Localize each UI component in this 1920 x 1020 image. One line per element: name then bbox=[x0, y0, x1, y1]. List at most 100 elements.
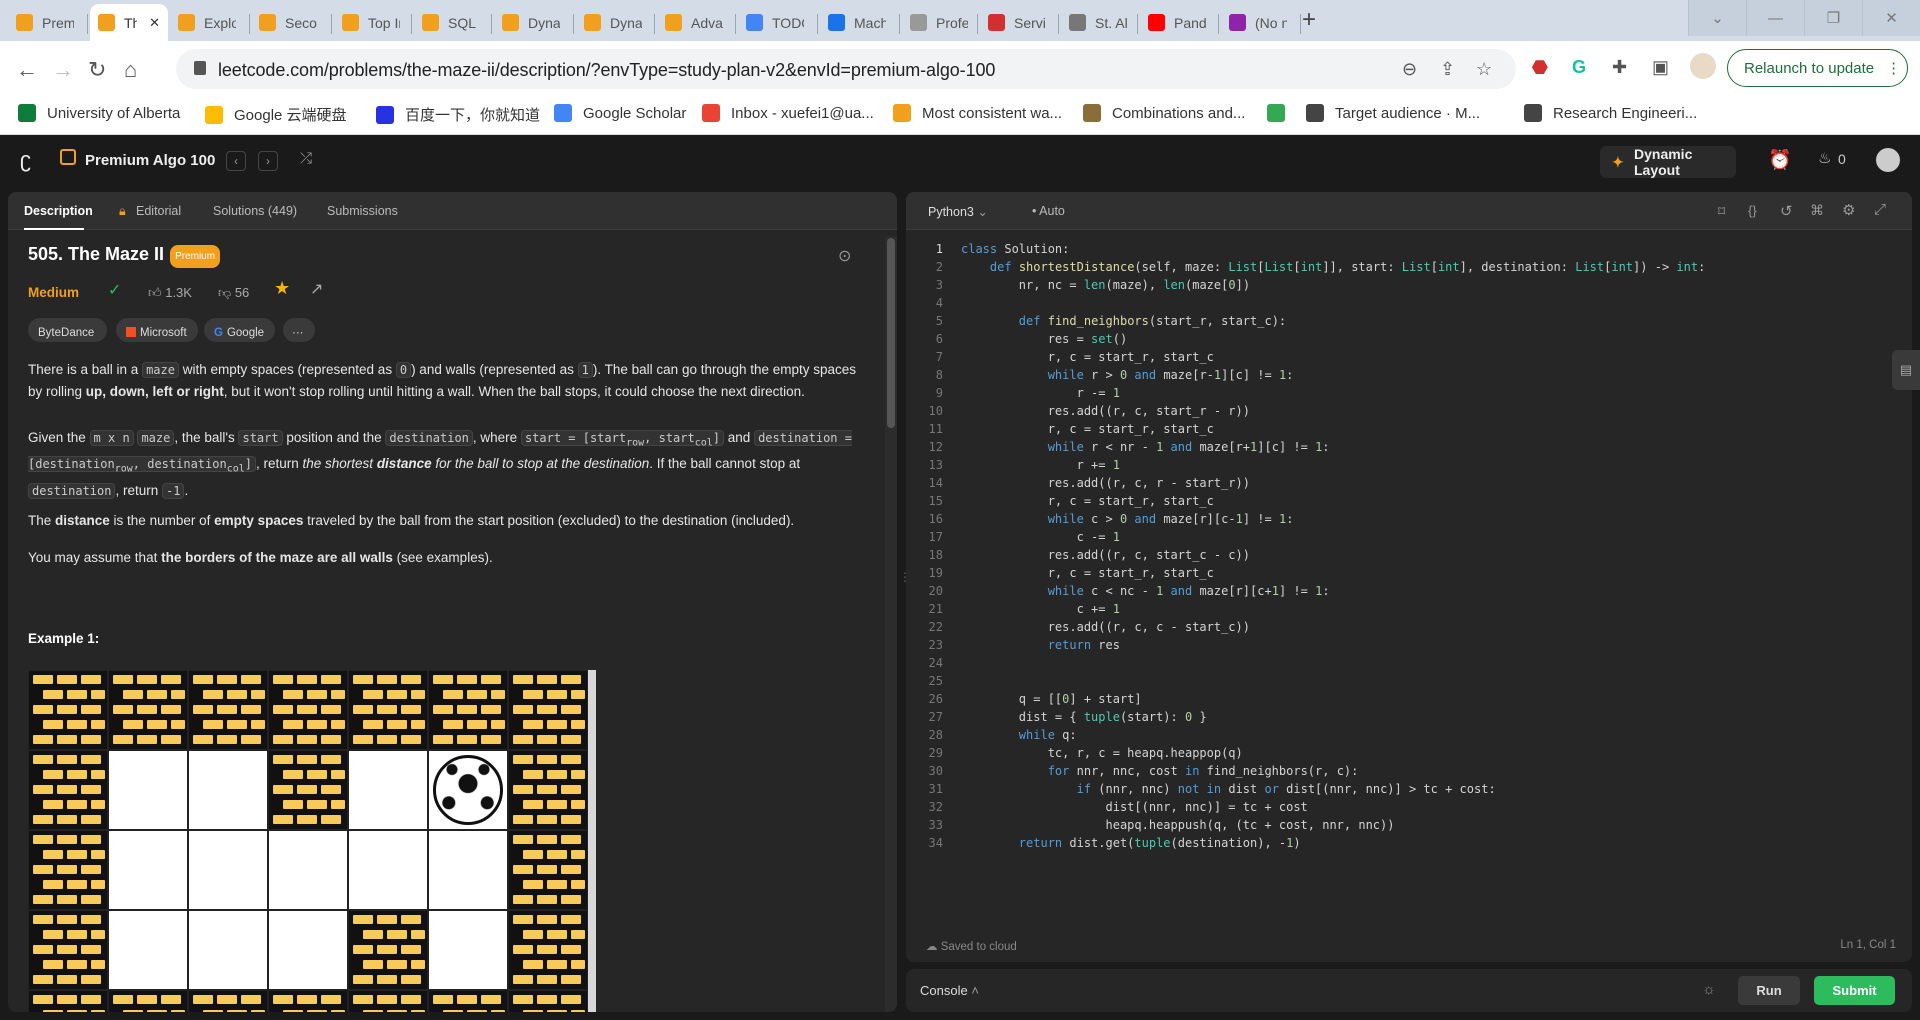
close-tab-icon[interactable]: ✕ bbox=[149, 15, 160, 31]
code-line[interactable]: while r > 0 and maze[r-1][c] != 1: bbox=[961, 366, 1294, 384]
timer-icon[interactable]: ⏰ bbox=[1768, 148, 1792, 172]
settings-gear-icon[interactable]: ⚙ bbox=[1842, 201, 1855, 219]
code-line[interactable]: res = set() bbox=[961, 330, 1128, 348]
tab-editorial[interactable]: Editorial bbox=[136, 204, 181, 218]
share-icon[interactable]: ↗ bbox=[310, 279, 323, 300]
code-line[interactable]: r, c = start_r, start_c bbox=[961, 420, 1214, 438]
code-line[interactable]: while r < nr - 1 and maze[r+1][c] != 1: bbox=[961, 438, 1330, 456]
share-icon[interactable]: ⇪ bbox=[1440, 59, 1455, 80]
debug-icon[interactable]: ☼ bbox=[1702, 981, 1716, 998]
code-line[interactable]: for nnr, nnc, cost in find_neighbors(r, … bbox=[961, 762, 1359, 780]
bookmark-item[interactable]: 百度一下，你就知道 bbox=[376, 104, 540, 125]
shuffle-icon[interactable]: ⤮ bbox=[300, 150, 312, 167]
code-line[interactable]: r -= 1 bbox=[961, 384, 1120, 402]
bookmark-item[interactable]: Most consistent wa... bbox=[893, 104, 1062, 122]
browser-tab[interactable]: Top Int bbox=[334, 4, 412, 41]
code-line[interactable]: c += 1 bbox=[961, 600, 1120, 618]
autocomplete-mode[interactable]: • Auto bbox=[1032, 204, 1065, 218]
minimize-button[interactable]: — bbox=[1746, 0, 1804, 36]
adblock-extension-icon[interactable]: ⬣ bbox=[1532, 57, 1548, 78]
fullscreen-icon[interactable]: ⤢ bbox=[1874, 201, 1886, 218]
tab-search-button[interactable]: ⌄ bbox=[1688, 0, 1746, 36]
profile-avatar[interactable] bbox=[1690, 53, 1716, 79]
maximize-button[interactable]: ❐ bbox=[1804, 0, 1862, 36]
new-tab-button[interactable]: + bbox=[1302, 6, 1316, 34]
code-line[interactable]: c -= 1 bbox=[961, 528, 1120, 546]
code-line[interactable]: return res bbox=[961, 636, 1120, 654]
company-tag-google[interactable]: G Google bbox=[204, 318, 275, 342]
browser-tab[interactable]: The ✕ bbox=[90, 4, 168, 41]
user-avatar[interactable] bbox=[1876, 148, 1900, 172]
bookmark-item[interactable]: Combinations and... bbox=[1083, 104, 1245, 122]
address-bar[interactable]: leetcode.com/problems/the-maze-ii/descri… bbox=[176, 49, 1516, 89]
browser-tab[interactable]: Machin bbox=[820, 4, 900, 41]
submit-button[interactable]: Submit bbox=[1814, 976, 1895, 1005]
browser-tab[interactable]: Premiu bbox=[8, 4, 88, 41]
code-line[interactable]: def find_neighbors(start_r, start_c): bbox=[961, 312, 1286, 330]
relaunch-button[interactable]: Relaunch to update ⋮ bbox=[1727, 49, 1908, 87]
reload-icon[interactable]: ↻ bbox=[88, 57, 106, 83]
code-line[interactable]: return dist.get(tuple(destination), -1) bbox=[961, 834, 1301, 852]
code-line[interactable]: while c > 0 and maze[r][c-1] != 1: bbox=[961, 510, 1294, 528]
forward-icon[interactable]: → bbox=[52, 57, 74, 83]
side-panel-icon[interactable]: ▣ bbox=[1652, 57, 1669, 78]
bookmark-item[interactable]: University of Alberta bbox=[18, 104, 180, 122]
grammarly-extension-icon[interactable]: G bbox=[1572, 57, 1586, 78]
code-line[interactable]: dist = { tuple(start): 0 } bbox=[961, 708, 1207, 726]
more-companies-button[interactable]: ··· bbox=[283, 318, 315, 342]
browser-tab[interactable]: Dynam bbox=[494, 4, 574, 41]
code-line[interactable]: def shortestDistance(self, maze: List[Li… bbox=[961, 258, 1705, 276]
tab-submissions[interactable]: Submissions bbox=[327, 204, 398, 218]
code-line[interactable]: res.add((r, c, start_r - r)) bbox=[961, 402, 1250, 420]
shortcuts-icon[interactable]: ⌘ bbox=[1810, 202, 1824, 219]
browser-tab[interactable]: Explore bbox=[170, 4, 250, 41]
format-code-icon[interactable]: {} bbox=[1748, 203, 1757, 218]
streak-icon[interactable]: ♨ bbox=[1818, 149, 1831, 167]
prev-problem-button[interactable]: ‹ bbox=[226, 151, 246, 171]
zoom-icon[interactable]: ⊖ bbox=[1402, 59, 1417, 80]
company-tag-microsoft[interactable]: Microsoft bbox=[116, 318, 198, 342]
home-icon[interactable]: ⌂ bbox=[124, 57, 137, 83]
study-plan-title[interactable]: Premium Algo 100 bbox=[85, 152, 215, 169]
extensions-icon[interactable]: ✚ bbox=[1612, 57, 1627, 78]
bookmark-item[interactable]: Inbox - xuefei1@ua... bbox=[702, 104, 874, 122]
tab-solutions[interactable]: Solutions (449) bbox=[213, 204, 297, 218]
language-selector[interactable]: Python3 ⌄ bbox=[928, 204, 988, 219]
bookmark-item[interactable]: Target audience · M... bbox=[1306, 104, 1480, 122]
code-line[interactable]: tc, r, c = heapq.heappop(q) bbox=[961, 744, 1243, 762]
browser-tab[interactable]: (No ne bbox=[1221, 4, 1301, 41]
bookmark-item[interactable]: Research Engineeri... bbox=[1524, 104, 1697, 122]
code-line[interactable]: res.add((r, c, start_c - c)) bbox=[961, 546, 1250, 564]
more-options-icon[interactable]: ⊙ bbox=[838, 246, 851, 267]
dislike-button[interactable]: 👎︎ 56 bbox=[218, 282, 249, 303]
bookmark-star-icon[interactable]: ☆ bbox=[1476, 59, 1492, 80]
leetcode-logo-icon[interactable]: ʗ bbox=[20, 147, 31, 173]
notes-side-tab[interactable]: ▤ bbox=[1892, 350, 1920, 390]
browser-tab[interactable]: Profess bbox=[902, 4, 978, 41]
code-line[interactable]: q = [[0] + start] bbox=[961, 690, 1142, 708]
browser-tab[interactable]: Second bbox=[251, 4, 332, 41]
reset-code-icon[interactable]: ↺ bbox=[1780, 202, 1793, 220]
bookmark-icon[interactable]: ⌑ bbox=[1718, 203, 1725, 220]
browser-tab[interactable]: Dynam bbox=[576, 4, 655, 41]
favorite-star-icon[interactable]: ★ bbox=[274, 278, 290, 299]
back-icon[interactable]: ← bbox=[16, 57, 38, 83]
code-line[interactable]: r, c = start_r, start_c bbox=[961, 564, 1214, 582]
run-button[interactable]: Run bbox=[1738, 976, 1800, 1005]
code-line[interactable]: nr, nc = len(maze), len(maze[0]) bbox=[961, 276, 1250, 294]
code-line[interactable]: res.add((r, c, r - start_r)) bbox=[961, 474, 1250, 492]
bookmark-item[interactable]: Google Scholar bbox=[554, 104, 686, 122]
bookmark-item[interactable]: Google 云端硬盘 bbox=[205, 104, 347, 125]
browser-tab[interactable]: Pandas bbox=[1140, 4, 1219, 41]
company-tag-bytedance[interactable]: ByteDance bbox=[28, 318, 107, 342]
code-line[interactable]: class Solution: bbox=[961, 240, 1069, 258]
code-line[interactable]: r, c = start_r, start_c bbox=[961, 492, 1214, 510]
code-line[interactable]: while c < nc - 1 and maze[r][c+1] != 1: bbox=[961, 582, 1330, 600]
browser-tab[interactable]: SQL 50 bbox=[414, 4, 492, 41]
code-line[interactable]: r += 1 bbox=[961, 456, 1120, 474]
like-button[interactable]: 👍︎ 1.3K bbox=[148, 282, 192, 303]
browser-tab[interactable]: Advanc bbox=[657, 4, 736, 41]
next-problem-button[interactable]: › bbox=[258, 151, 278, 171]
code-line[interactable]: heapq.heappush(q, (tc + cost, nnr, nnc)) bbox=[961, 816, 1394, 834]
browser-tab[interactable]: TODOs bbox=[738, 4, 818, 41]
